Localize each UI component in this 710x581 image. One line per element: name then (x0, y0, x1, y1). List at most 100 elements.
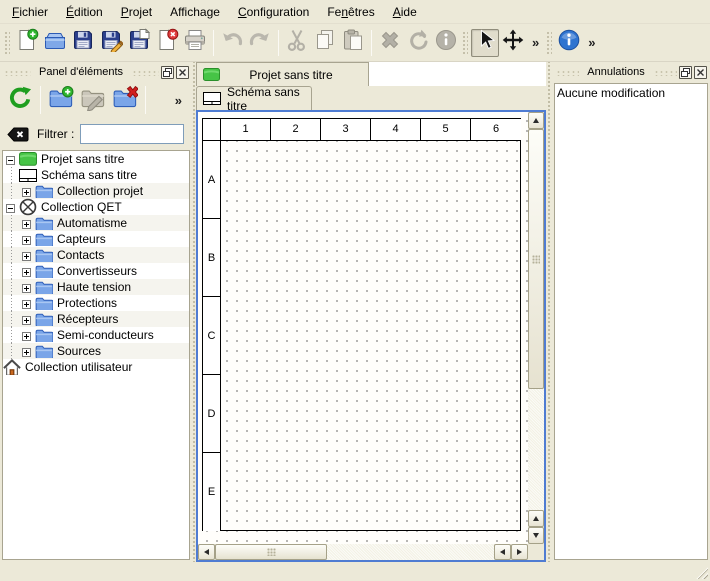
expand-icon[interactable] (22, 314, 31, 323)
about-info-button[interactable] (555, 29, 583, 57)
menu-aide[interactable]: Aide (384, 2, 426, 22)
folder-icon (35, 247, 53, 263)
menu-fichier[interactable]: Fichier (3, 2, 57, 22)
scroll-right-button[interactable] (511, 544, 528, 560)
tree-expander[interactable] (19, 279, 35, 295)
filter-input[interactable] (80, 124, 184, 144)
tree-item-sch-ma-sans-titre[interactable]: Schéma sans titre (3, 167, 189, 183)
toolbar-handle[interactable] (545, 30, 552, 56)
dock-grip[interactable] (3, 69, 31, 76)
menu-affichage[interactable]: Affichage (161, 2, 229, 22)
select-mode-button[interactable] (471, 29, 499, 57)
scroll-left-button-2[interactable] (494, 544, 511, 560)
float-button[interactable] (161, 66, 174, 79)
toolbar-handle[interactable] (3, 30, 10, 56)
toolbar-handle[interactable] (461, 30, 468, 56)
expand-icon[interactable] (22, 266, 31, 275)
tree-expander[interactable] (19, 247, 35, 263)
tree-expander[interactable] (19, 231, 35, 247)
expand-icon[interactable] (22, 282, 31, 291)
object-info-button (432, 29, 460, 57)
float-button[interactable] (679, 66, 692, 79)
menu-projet[interactable]: Projet (112, 2, 161, 22)
dock-grip[interactable] (131, 69, 159, 76)
tree-expander[interactable] (19, 343, 35, 359)
copy-icon (313, 28, 337, 57)
collapse-icon[interactable] (6, 202, 15, 211)
tree-item-collection-qet[interactable]: Collection QET (3, 199, 189, 215)
expand-icon[interactable] (22, 218, 31, 227)
tree-item-semi-conducteurs[interactable]: Semi-conducteurs (3, 327, 189, 343)
tree-item-contacts[interactable]: Contacts (3, 247, 189, 263)
tree-expander[interactable] (3, 151, 19, 167)
right-arrow-icon (517, 549, 522, 555)
elements-panel-header[interactable]: Panel d'éléments (3, 64, 189, 80)
tree-item-sources[interactable]: Sources (3, 343, 189, 359)
toolbar-overflow-button[interactable]: » (169, 93, 188, 108)
vertical-scroll-track[interactable] (528, 389, 544, 510)
tree-expander[interactable] (19, 295, 35, 311)
undo-history-list[interactable]: Aucune modification (554, 83, 708, 560)
save-button[interactable] (69, 29, 97, 57)
menu-configuration[interactable]: Configuration (229, 2, 318, 22)
menu-fenêtres[interactable]: Fenêtres (318, 2, 383, 22)
redo-icon (248, 28, 272, 57)
undo-panel-header[interactable]: Annulations (555, 64, 707, 80)
expand-icon[interactable] (22, 250, 31, 259)
reload-collections-button[interactable] (4, 84, 36, 116)
tree-item-collection-utilisateur[interactable]: Collection utilisateur (3, 359, 189, 375)
close-document-button[interactable] (153, 29, 181, 57)
resize-grip[interactable] (695, 566, 708, 579)
tree-expander[interactable] (19, 183, 35, 199)
collapse-icon[interactable] (6, 154, 15, 163)
tree-expander[interactable] (19, 311, 35, 327)
scroll-up-button-2[interactable] (528, 510, 544, 527)
tree-item-projet-sans-titre[interactable]: Projet sans titre (3, 151, 189, 167)
toolbar-overflow-button[interactable]: » (583, 35, 600, 50)
move-mode-button[interactable] (499, 29, 527, 57)
tree-item-protections[interactable]: Protections (3, 295, 189, 311)
tree-expander[interactable] (19, 327, 35, 343)
delete-category-button[interactable] (109, 84, 141, 116)
tree-item-automatisme[interactable]: Automatisme (3, 215, 189, 231)
expand-icon[interactable] (22, 186, 31, 195)
tree-item-convertisseurs[interactable]: Convertisseurs (3, 263, 189, 279)
open-document-button[interactable] (41, 29, 69, 57)
menu-édition[interactable]: Édition (57, 2, 112, 22)
save-all-button[interactable] (125, 29, 153, 57)
tab-project[interactable]: Projet sans titre (196, 62, 369, 86)
tree-item-label: Convertisseurs (57, 264, 137, 278)
horizontal-scroll-thumb[interactable] (215, 544, 327, 560)
scroll-up-button[interactable] (528, 112, 544, 129)
dock-grip[interactable] (653, 69, 677, 76)
clear-filter-icon[interactable] (7, 127, 29, 142)
horizontal-scrollbar[interactable] (198, 544, 528, 560)
tree-item-capteurs[interactable]: Capteurs (3, 231, 189, 247)
undo-list-item[interactable]: Aucune modification (557, 85, 705, 101)
tree-item-collection-projet[interactable]: Collection projet (3, 183, 189, 199)
tree-expander[interactable] (3, 199, 19, 215)
toolbar-overflow-button[interactable]: » (527, 35, 544, 50)
save-as-button[interactable] (97, 29, 125, 57)
scroll-down-button[interactable] (528, 527, 544, 544)
close-button[interactable] (176, 66, 189, 79)
new-document-button[interactable] (13, 29, 41, 57)
expand-icon[interactable] (22, 330, 31, 339)
tree-item-haute-tension[interactable]: Haute tension (3, 279, 189, 295)
tree-expander[interactable] (19, 215, 35, 231)
expand-icon[interactable] (22, 234, 31, 243)
vertical-scroll-thumb[interactable] (528, 129, 544, 389)
print-button[interactable] (181, 29, 209, 57)
expand-icon[interactable] (22, 298, 31, 307)
expand-icon[interactable] (22, 346, 31, 355)
scroll-left-button[interactable] (198, 544, 215, 560)
tree-item-r-cepteurs[interactable]: Récepteurs (3, 311, 189, 327)
tab-schema[interactable]: Schéma sans titre (196, 86, 312, 110)
vertical-scrollbar[interactable] (528, 112, 544, 544)
new-category-button[interactable] (45, 84, 77, 116)
close-button[interactable] (694, 66, 707, 79)
schema-canvas[interactable]: 123456 ABCDE (198, 112, 528, 544)
horizontal-scroll-track[interactable] (327, 544, 494, 560)
dock-grip[interactable] (555, 69, 579, 76)
tree-expander[interactable] (19, 263, 35, 279)
